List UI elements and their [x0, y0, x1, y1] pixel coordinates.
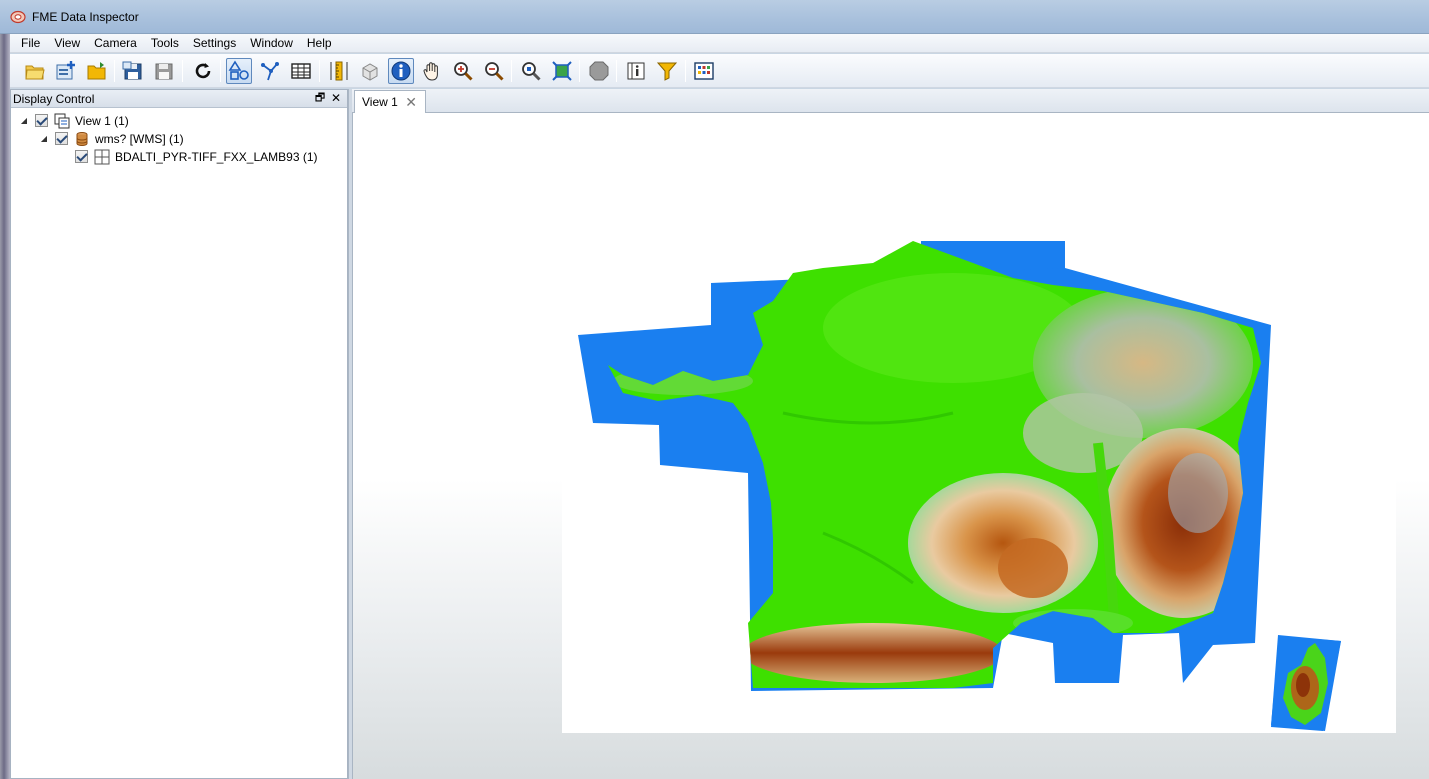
view-checkbox[interactable] [35, 114, 48, 127]
tree-item-label: View 1 (1) [75, 113, 129, 128]
desktop-edge [0, 34, 10, 779]
select-vertex-icon[interactable] [257, 58, 283, 84]
dataset-checkbox[interactable] [55, 132, 68, 145]
feature-info-icon[interactable] [623, 58, 649, 84]
menu-window[interactable]: Window [243, 34, 300, 52]
zoom-selected-icon[interactable] [518, 58, 544, 84]
menu-help[interactable]: Help [300, 34, 339, 52]
menu-view[interactable]: View [47, 34, 87, 52]
elevation-raster [578, 241, 1341, 731]
tree-item-view[interactable]: ◢ View 1 (1) [19, 112, 129, 129]
toolbar-separator [319, 60, 320, 82]
view-icon [54, 113, 70, 128]
open-folder-icon[interactable] [22, 58, 48, 84]
zoom-in-icon[interactable] [450, 58, 476, 84]
zoom-out-icon[interactable] [481, 58, 507, 84]
tree-item-feature-type[interactable]: BDALTI_PYR-TIFF_FXX_LAMB93 (1) [75, 148, 318, 165]
fme-app-icon [10, 10, 26, 24]
stop-icon[interactable] [586, 58, 612, 84]
display-control-header: Display Control 🗗 ✕ [11, 90, 347, 108]
tree-item-label: wms? [WMS] (1) [95, 131, 184, 146]
display-control-panel: Display Control 🗗 ✕ ◢ View 1 (1) ◢ wms? … [10, 89, 348, 779]
tab-label: View 1 [362, 95, 398, 109]
database-icon [76, 131, 88, 146]
3d-view-icon[interactable] [357, 58, 383, 84]
menu-bar: File View Camera Tools Settings Window H… [10, 34, 1429, 53]
pan-hand-icon[interactable] [419, 58, 445, 84]
toolbar-separator [220, 60, 221, 82]
menu-file[interactable]: File [14, 34, 47, 52]
collapse-triangle-icon[interactable]: ◢ [39, 134, 49, 144]
close-tab-icon[interactable]: ✕ [405, 94, 417, 111]
menu-settings[interactable]: Settings [186, 34, 243, 52]
zoom-extents-icon[interactable] [549, 58, 575, 84]
toolbar-separator [511, 60, 512, 82]
save-disabled-icon[interactable] [151, 58, 177, 84]
window-title: FME Data Inspector [32, 10, 139, 24]
folder-icon[interactable] [84, 58, 110, 84]
toolbar-separator [579, 60, 580, 82]
add-dataset-icon[interactable] [53, 58, 79, 84]
main-toolbar [10, 54, 1429, 88]
menu-tools[interactable]: Tools [144, 34, 186, 52]
refresh-icon[interactable] [190, 58, 216, 84]
tab-view-1[interactable]: View 1 ✕ [354, 90, 426, 113]
tree-item-label: BDALTI_PYR-TIFF_FXX_LAMB93 (1) [115, 149, 318, 164]
feature-type-checkbox[interactable] [75, 150, 88, 163]
view-tab-bar: View 1 ✕ [352, 89, 1429, 113]
corsica-tile [1271, 636, 1341, 731]
toolbar-separator [182, 60, 183, 82]
toolbar-separator [616, 60, 617, 82]
info-icon[interactable] [388, 58, 414, 84]
title-bar: FME Data Inspector [0, 0, 1429, 34]
filter-icon[interactable] [654, 58, 680, 84]
raster-grid-icon [94, 149, 110, 164]
save-icon[interactable] [120, 58, 146, 84]
menu-camera[interactable]: Camera [87, 34, 144, 52]
collapse-triangle-icon[interactable]: ◢ [19, 116, 29, 126]
panel-title: Display Control [13, 92, 95, 106]
table-view-icon[interactable] [288, 58, 314, 84]
map-view-canvas[interactable] [352, 113, 1429, 779]
background-map-icon[interactable] [691, 58, 717, 84]
float-panel-icon[interactable]: 🗗 [313, 91, 327, 105]
measure-icon[interactable] [326, 58, 352, 84]
select-shapes-icon[interactable] [226, 58, 252, 84]
tree-item-dataset[interactable]: ◢ wms? [WMS] (1) [39, 130, 184, 147]
toolbar-separator [114, 60, 115, 82]
toolbar-separator [685, 60, 686, 82]
close-panel-icon[interactable]: ✕ [329, 91, 343, 105]
